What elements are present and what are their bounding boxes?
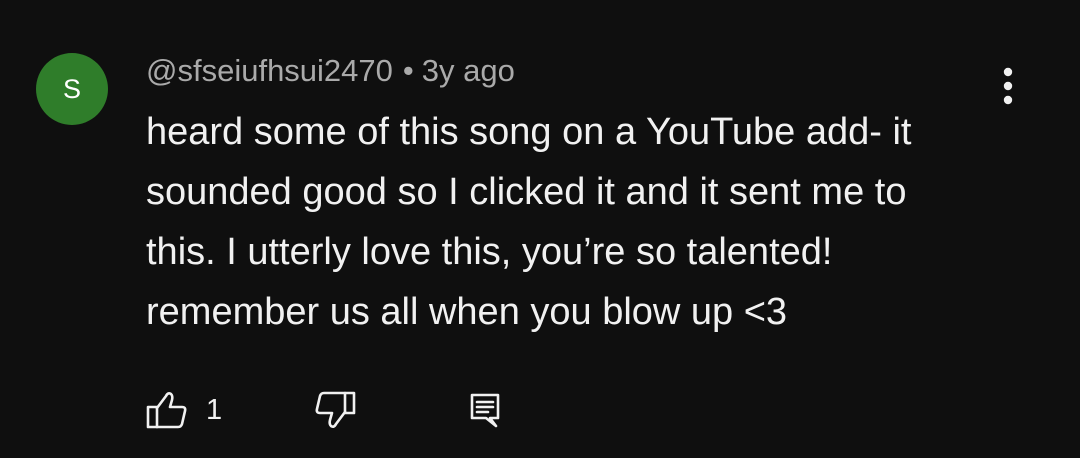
avatar[interactable]: S [36,53,108,125]
thumbs-down-icon [315,391,356,428]
comment-text-line: sounded good so I clicked it and it sent… [146,171,907,213]
author-handle[interactable]: @sfseiufhsui2470 [146,53,393,88]
header-separator: • [402,53,414,88]
comment-text-line: remember us all when you blow up <3 [146,291,788,333]
comment-text-line: heard some of this song on a YouTube add… [146,111,912,153]
like-button[interactable]: 1 [146,388,222,432]
comment-timestamp[interactable]: 3y ago [422,53,515,88]
comment-text: heard some of this song on a YouTube add… [146,102,1006,342]
reply-comment-icon [470,393,500,428]
more-vertical-icon [1003,67,1013,105]
avatar-letter: S [62,73,81,104]
comment-thread: S @sfseiufhsui2470 • 3y ago heard some of … [0,0,1080,458]
comment-header: @sfseiufhsui2470 • 3y ago [146,52,515,90]
dislike-button[interactable] [314,388,356,432]
reply-button[interactable] [468,388,502,432]
like-count: 1 [206,393,223,426]
comment-text-line: this. I utterly love this, you’re so tal… [146,231,833,273]
thumbs-up-icon [146,392,187,429]
